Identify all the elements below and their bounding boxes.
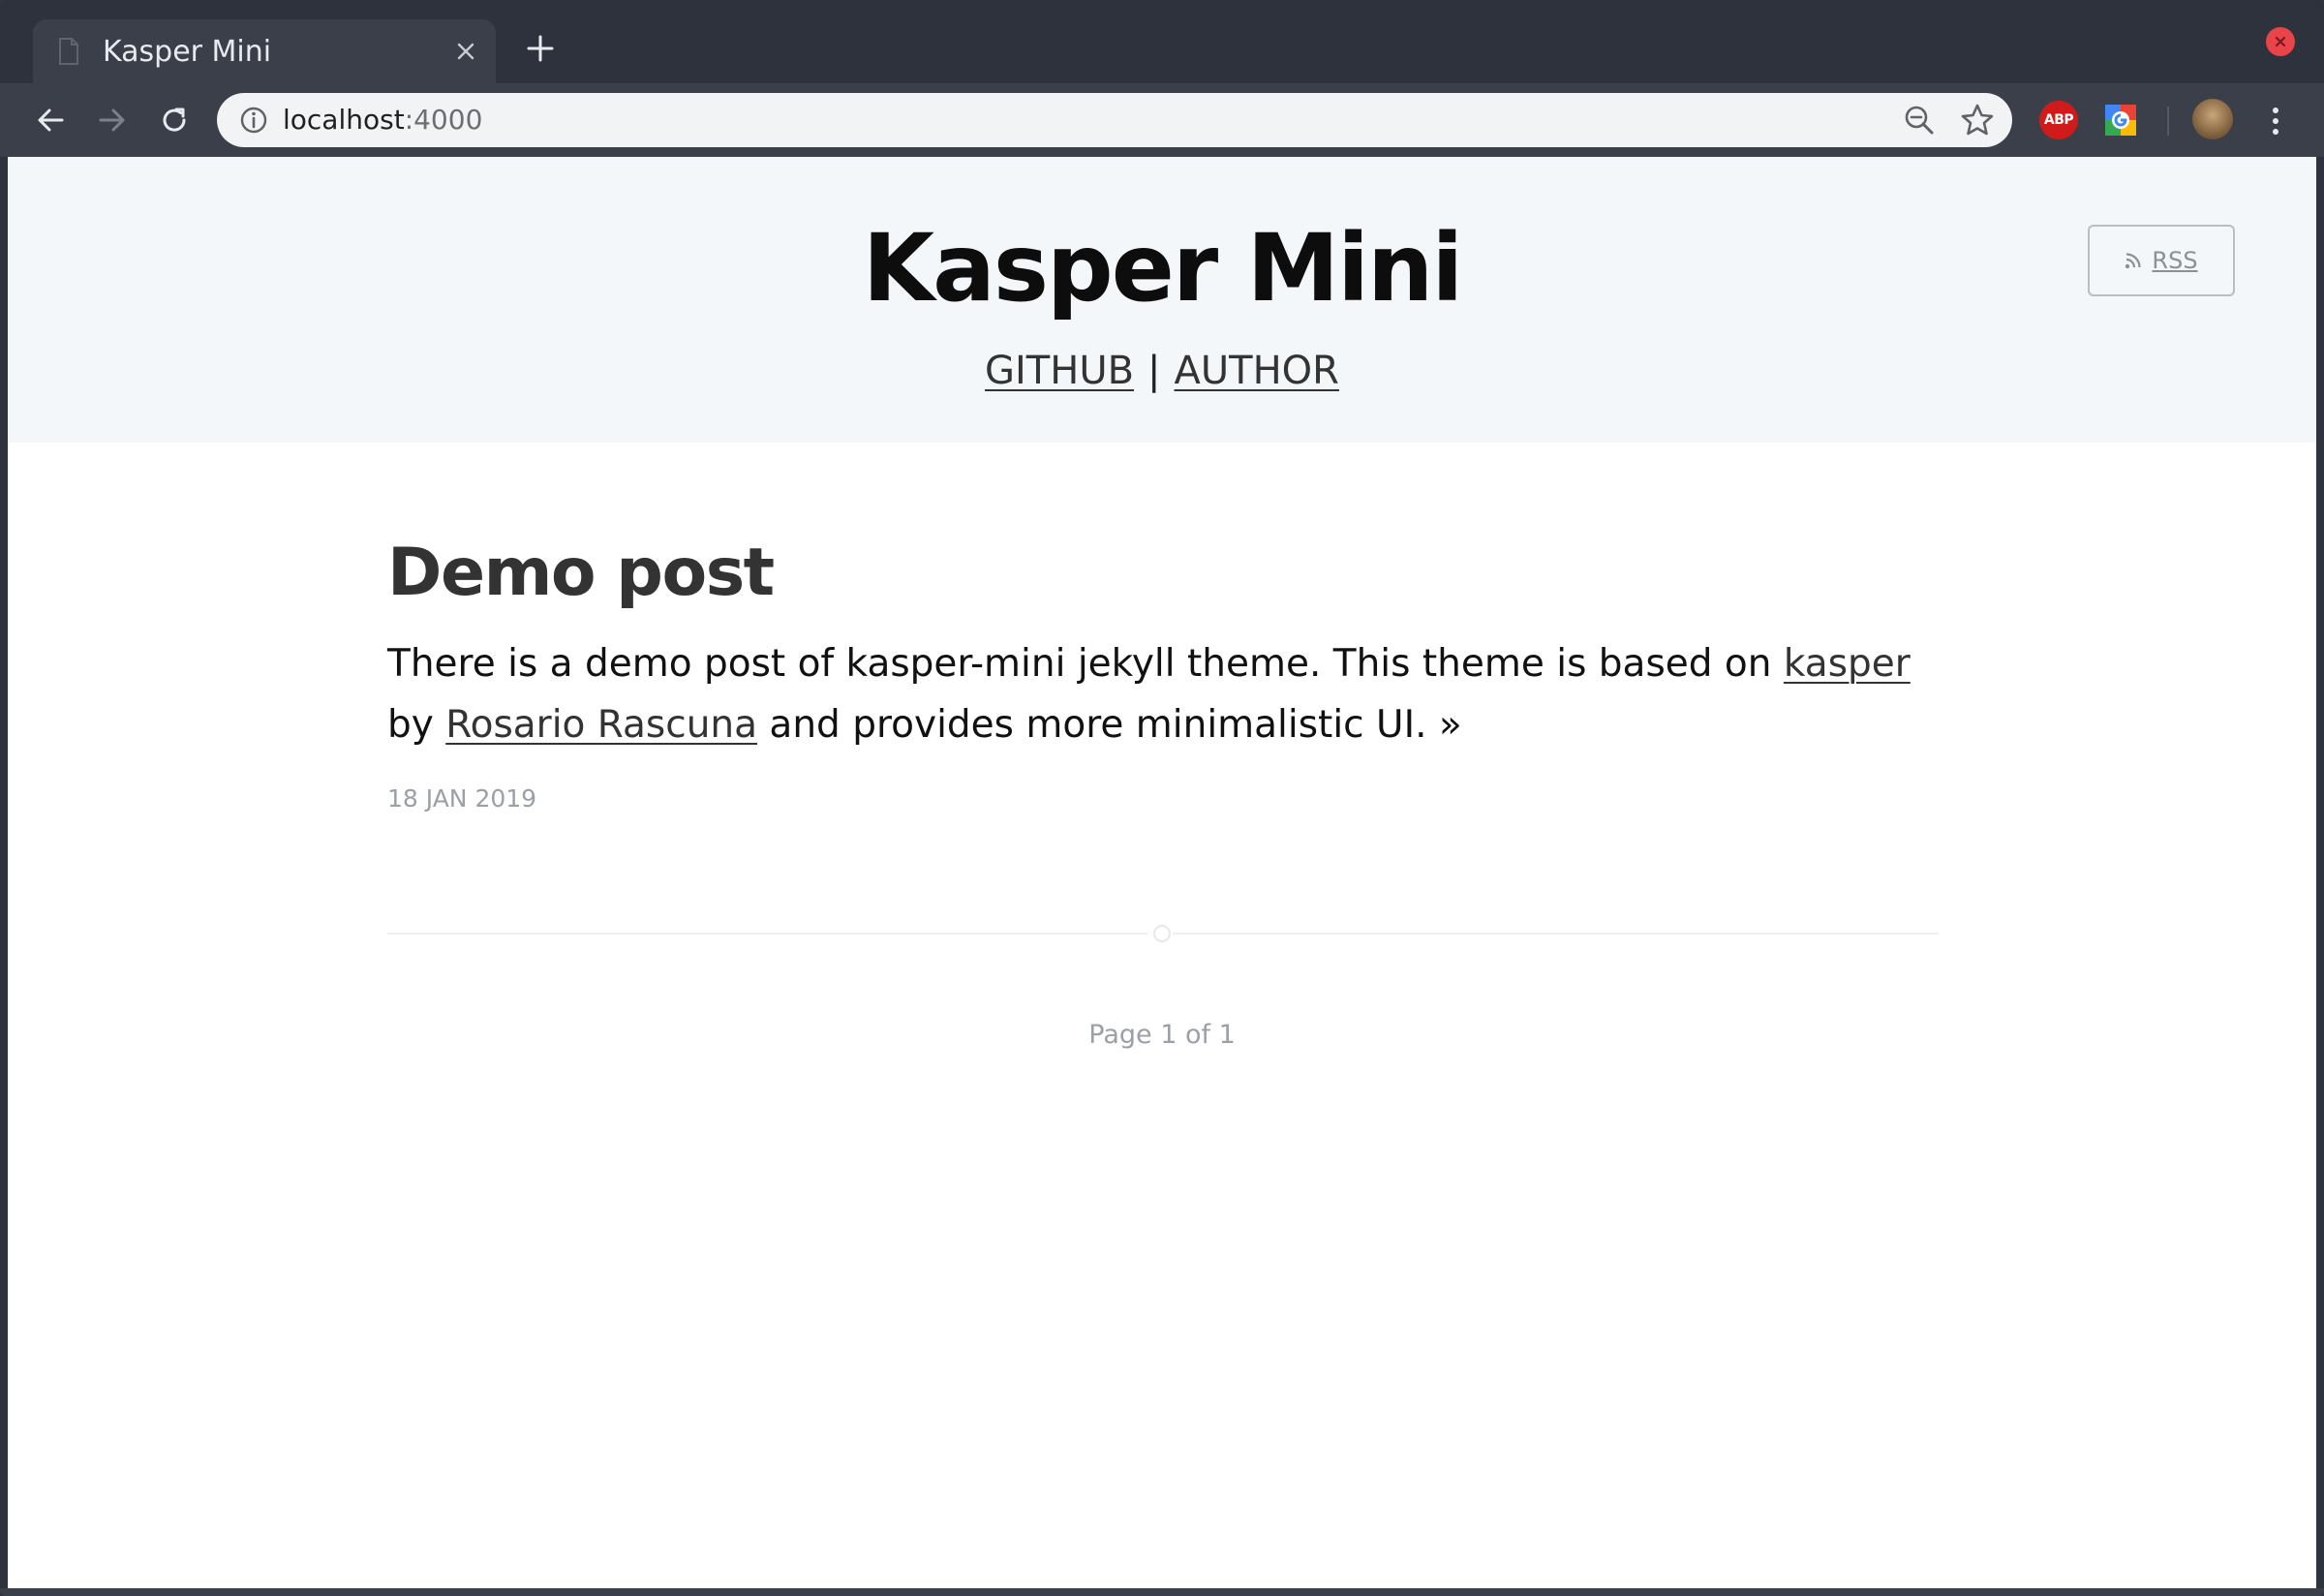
author-link[interactable]: AUTHOR [1175,349,1339,393]
menu-dots-icon[interactable] [2258,101,2293,141]
excerpt-text: There is a demo post of kasper-mini jeky… [387,642,1784,686]
bookmark-star-icon[interactable] [1960,103,1995,138]
kasper-link[interactable]: kasper [1784,642,1911,686]
window-bottom-border [0,1588,2324,1596]
site-nav: GITHUB | AUTHOR [8,347,2316,395]
page-viewport: Kasper Mini GITHUB | AUTHOR RSS Demo post … [8,157,2316,1588]
toolbar-divider [2167,107,2169,136]
forward-arrow-icon[interactable] [91,99,134,141]
divider-circle-icon [1153,925,1171,942]
page-icon [59,38,78,65]
zoom-icon[interactable] [1902,103,1937,138]
excerpt-text: and provides more minimalistic UI. » [757,703,1462,747]
post-title[interactable]: Demo post [387,535,1946,612]
post-card: Demo post There is a demo post of kasper… [387,535,1946,813]
site-title[interactable]: Kasper Mini [8,215,2316,322]
browser-window: Kasper Mini localhost:4000 ABP Kasper Mi… [0,0,2324,1596]
url-text[interactable]: localhost:4000 [283,103,482,138]
post-divider [387,924,1939,943]
rss-button[interactable]: RSS [2088,225,2235,296]
excerpt-text: by [387,703,446,747]
tab-close-icon[interactable] [447,33,484,70]
rss-icon [2125,253,2142,269]
google-extension-icon[interactable] [2101,101,2140,139]
rss-label: RSS [2152,247,2198,274]
info-icon[interactable] [238,105,269,136]
tab-strip: Kasper Mini [0,0,2324,83]
post-excerpt: There is a demo post of kasper-mini jeky… [387,633,1946,755]
browser-tab[interactable]: Kasper Mini [33,19,496,83]
tab-title: Kasper Mini [103,35,272,69]
browser-toolbar: localhost:4000 ABP [0,83,2324,157]
new-tab-icon[interactable] [521,29,560,68]
post-date: 18 JAN 2019 [387,784,537,813]
reload-icon[interactable] [153,99,196,141]
site-header: Kasper Mini GITHUB | AUTHOR RSS [8,157,2316,443]
adblock-extension-icon[interactable]: ABP [2039,101,2078,139]
author-name-link[interactable]: Rosario Rascuna [445,703,757,747]
pagination-label: Page 1 of 1 [1088,1020,1236,1050]
url-port: :4000 [404,104,483,136]
back-arrow-icon[interactable] [29,99,72,141]
adblock-label: ABP [2043,112,2074,128]
url-host: localhost [283,104,405,136]
profile-avatar[interactable] [2192,99,2233,139]
address-bar[interactable]: localhost:4000 [217,93,2012,147]
window-close-icon[interactable] [2266,27,2295,56]
nav-separator: | [1147,349,1161,393]
github-link[interactable]: GITHUB [985,349,1134,393]
